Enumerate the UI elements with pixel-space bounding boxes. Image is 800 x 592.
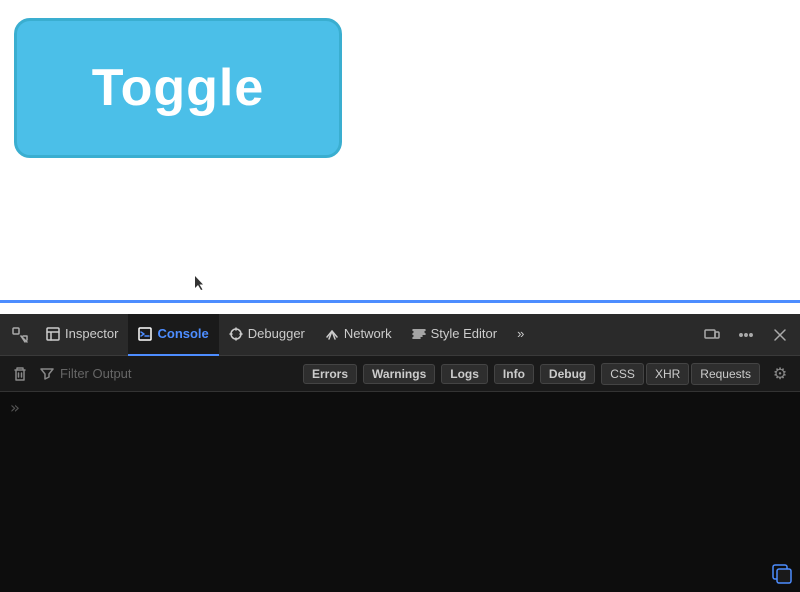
tab-more-label: » bbox=[517, 326, 524, 341]
tab-inspector-label: Inspector bbox=[65, 326, 118, 341]
tab-style-editor-label: Style Editor bbox=[431, 326, 497, 341]
console-bottom-right-icon[interactable] bbox=[772, 564, 792, 584]
console-settings-icon[interactable]: ⚙ bbox=[766, 360, 794, 388]
filter-badge-debug[interactable]: Debug bbox=[540, 364, 595, 384]
cursor-indicator bbox=[195, 276, 205, 290]
pick-element-icon[interactable] bbox=[4, 319, 36, 351]
blue-separator-line bbox=[0, 300, 800, 303]
close-devtools-icon[interactable] bbox=[764, 319, 796, 351]
tab-console[interactable]: Console bbox=[128, 314, 218, 356]
console-prompt-line: » bbox=[0, 392, 800, 423]
toggle-button-label: Toggle bbox=[92, 58, 265, 118]
devtools-panel: Inspector Console Debugger Network bbox=[0, 314, 800, 592]
filter-badge-info[interactable]: Info bbox=[494, 364, 534, 384]
tab-more[interactable]: » bbox=[507, 314, 534, 356]
tab-debugger[interactable]: Debugger bbox=[219, 314, 315, 356]
main-content-area: Toggle bbox=[0, 0, 800, 300]
filter-badge-errors[interactable]: Errors bbox=[303, 364, 357, 384]
filter-xhr-button[interactable]: XHR bbox=[646, 363, 689, 385]
tab-debugger-label: Debugger bbox=[248, 326, 305, 341]
filter-css-button[interactable]: CSS bbox=[601, 363, 644, 385]
devtools-toolbar: Inspector Console Debugger Network bbox=[0, 314, 800, 356]
tab-style-editor[interactable]: Style Editor bbox=[402, 314, 507, 356]
filter-right-buttons: CSS XHR Requests bbox=[601, 363, 760, 385]
tab-console-label: Console bbox=[157, 326, 208, 341]
filter-badge-warnings[interactable]: Warnings bbox=[363, 364, 435, 384]
filter-placeholder: Filter Output bbox=[60, 366, 132, 381]
toolbar-right-buttons bbox=[696, 319, 796, 351]
more-options-icon[interactable] bbox=[730, 319, 762, 351]
filter-badge-logs[interactable]: Logs bbox=[441, 364, 488, 384]
filter-bar: Filter Output Errors Warnings Logs Info … bbox=[0, 356, 800, 392]
filter-requests-button[interactable]: Requests bbox=[691, 363, 760, 385]
responsive-design-icon[interactable] bbox=[696, 319, 728, 351]
clear-console-icon[interactable] bbox=[6, 360, 34, 388]
tab-network-label: Network bbox=[344, 326, 392, 341]
filter-input-area[interactable]: Filter Output bbox=[40, 366, 297, 381]
console-prompt-arrows: » bbox=[10, 398, 20, 417]
tab-network[interactable]: Network bbox=[315, 314, 402, 356]
toggle-button[interactable]: Toggle bbox=[14, 18, 342, 158]
console-output-area[interactable]: » bbox=[0, 392, 800, 592]
tab-inspector[interactable]: Inspector bbox=[36, 314, 128, 356]
